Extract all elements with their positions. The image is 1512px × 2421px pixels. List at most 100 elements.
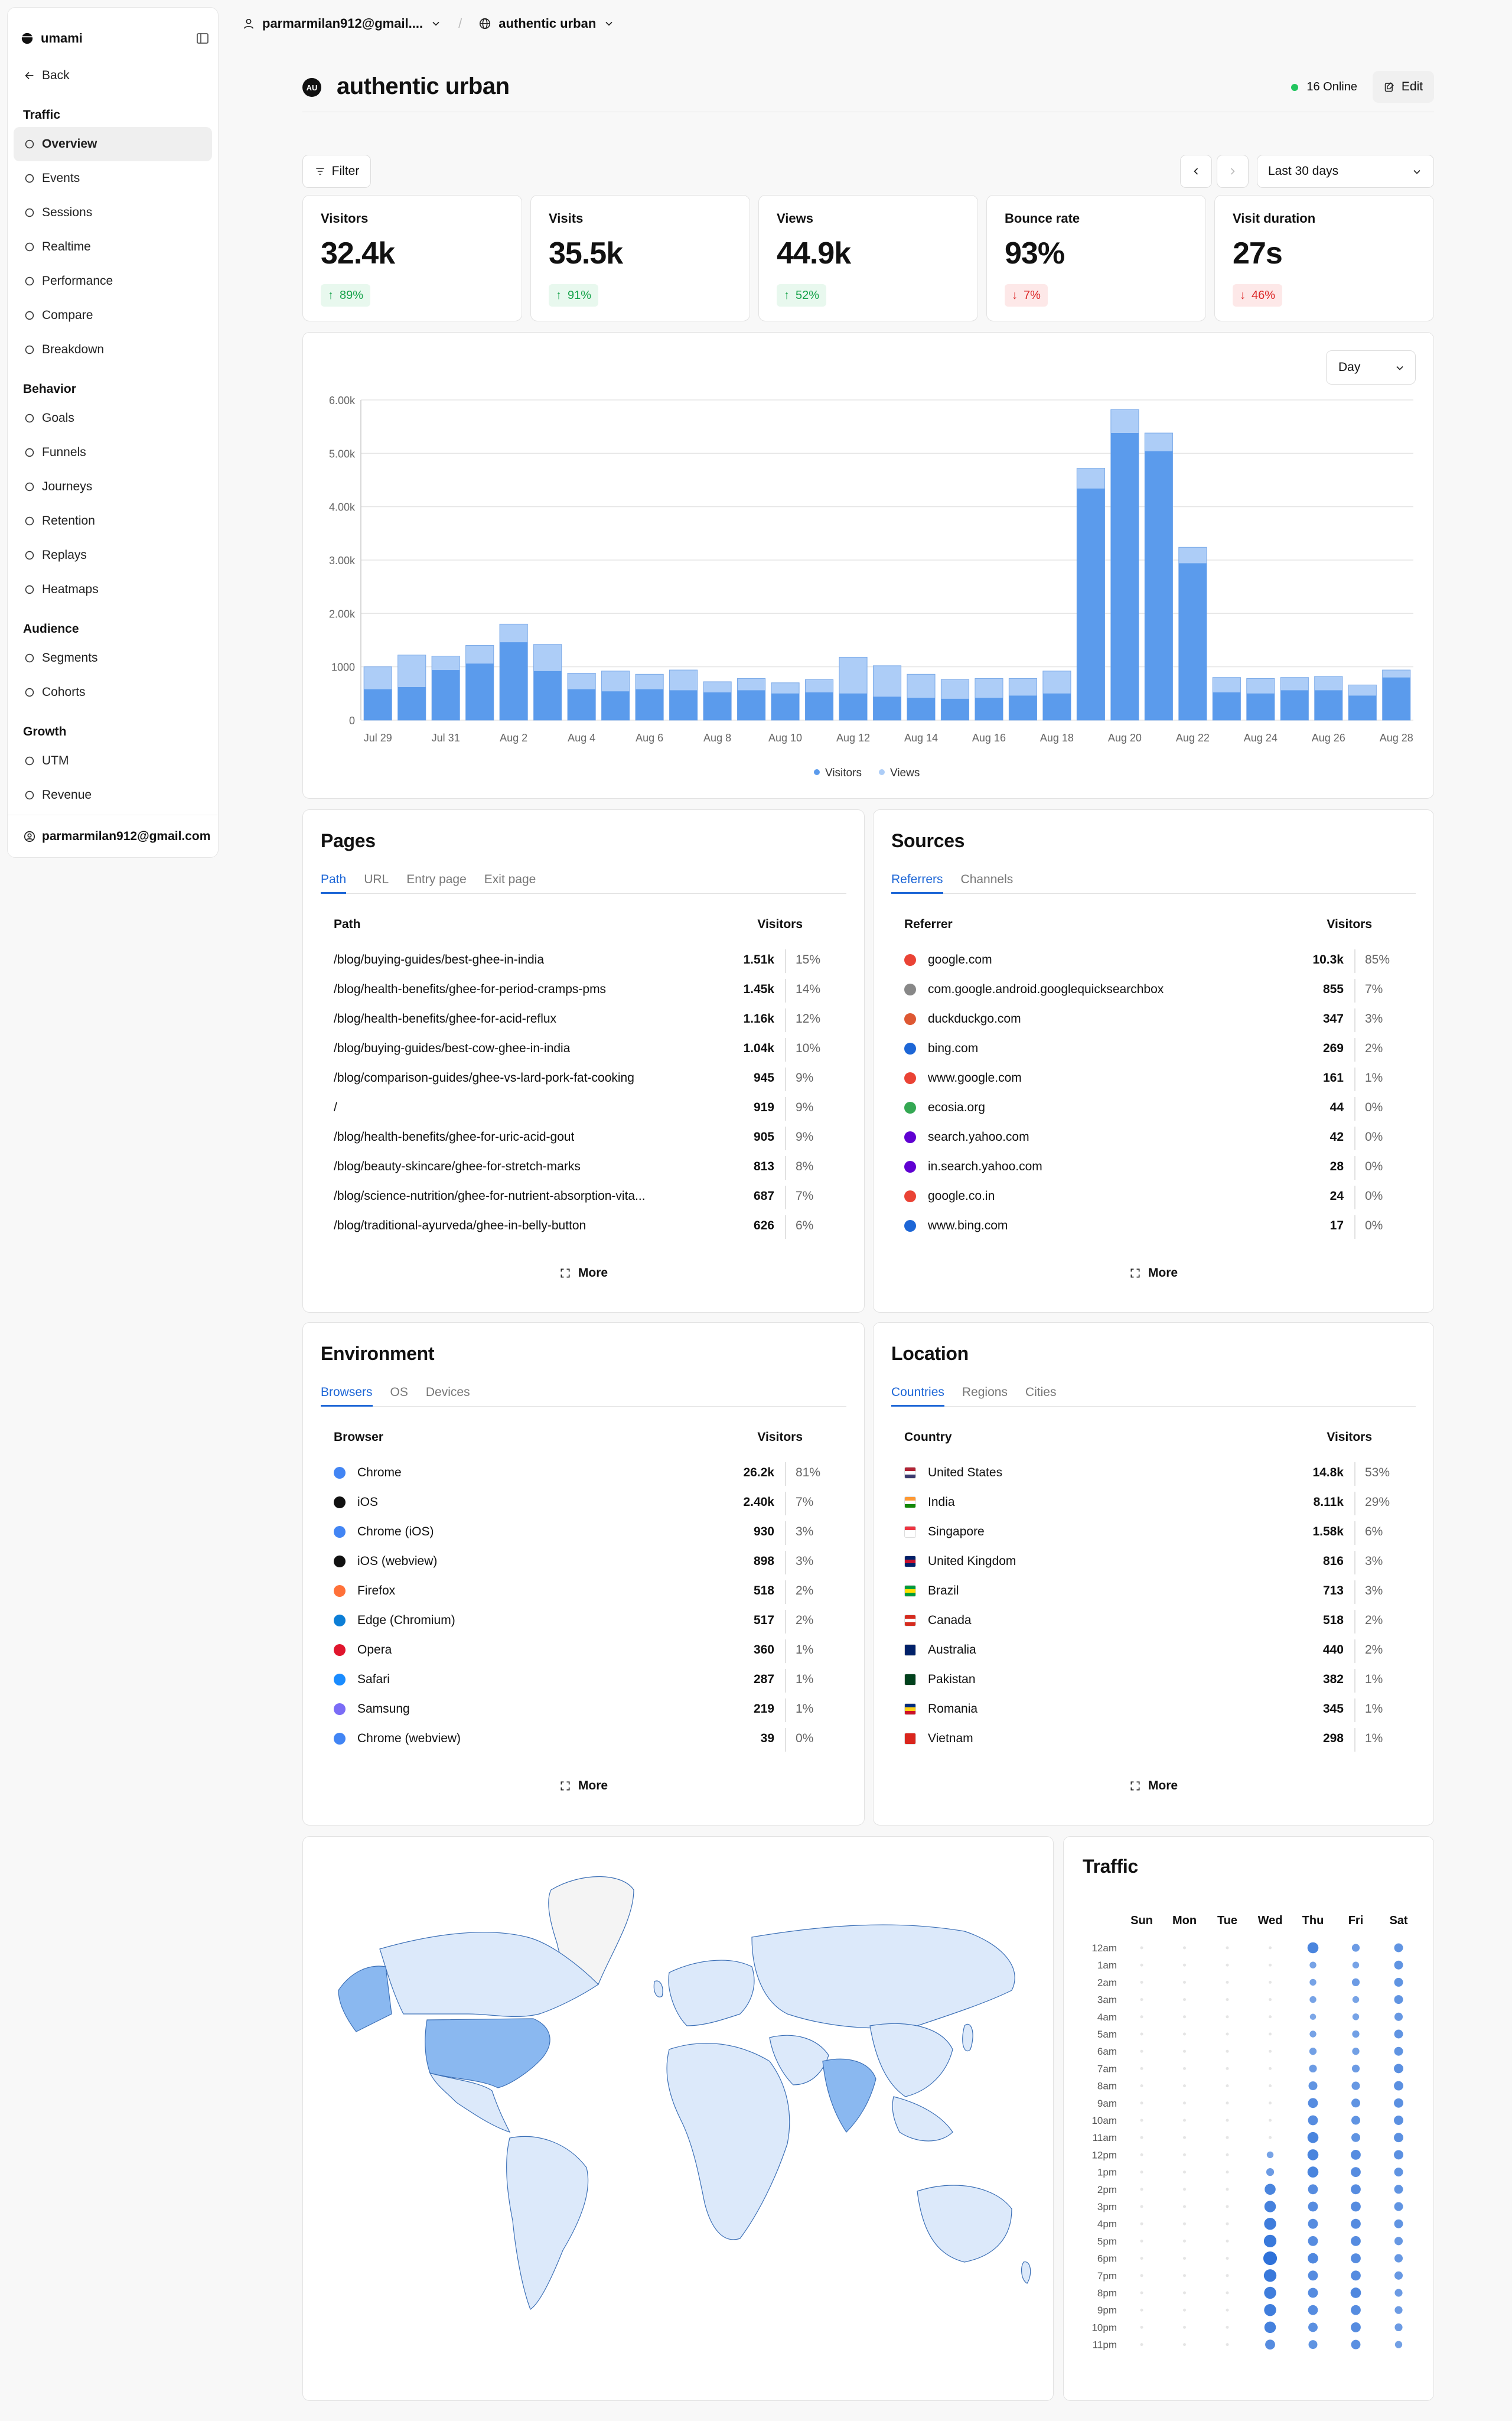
table-row[interactable]: /blog/science-nutrition/ghee-for-nutrien… <box>334 1183 833 1213</box>
more-button[interactable]: More <box>303 1779 864 1793</box>
table-row[interactable]: Australia 440 2% <box>904 1637 1403 1667</box>
bar-visitors[interactable] <box>1077 488 1105 720</box>
tab-referrers[interactable]: Referrers <box>891 869 943 894</box>
bar-visitors[interactable] <box>500 642 528 720</box>
table-row[interactable]: Safari 287 1% <box>334 1667 833 1696</box>
table-row[interactable]: search.yahoo.com 42 0% <box>904 1124 1403 1154</box>
table-row[interactable]: Singapore 1.58k 6% <box>904 1519 1403 1548</box>
sidebar-item-revenue[interactable]: Revenue <box>14 778 212 812</box>
sidebar-item-performance[interactable]: Performance <box>14 264 212 298</box>
back-link[interactable]: Back <box>14 58 212 93</box>
bar-visitors[interactable] <box>568 689 596 720</box>
bar-visitors[interactable] <box>839 693 868 720</box>
table-row[interactable]: / 919 9% <box>334 1095 833 1124</box>
table-row[interactable]: /blog/health-benefits/ghee-for-acid-refl… <box>334 1006 833 1036</box>
table-row[interactable]: Firefox 518 2% <box>334 1578 833 1608</box>
bar-visitors[interactable] <box>636 689 664 720</box>
bar-visitors[interactable] <box>771 693 800 720</box>
bar-visitors[interactable] <box>873 697 901 720</box>
more-button[interactable]: More <box>303 1266 864 1280</box>
bar-visitors[interactable] <box>1178 563 1207 720</box>
bar-visitors[interactable] <box>432 670 460 720</box>
bar-visitors[interactable] <box>1382 677 1410 720</box>
bar-visitors[interactable] <box>1314 690 1342 720</box>
bar-visitors[interactable] <box>364 689 392 720</box>
table-row[interactable]: Edge (Chromium) 517 2% <box>334 1608 833 1637</box>
sidebar-item-segments[interactable]: Segments <box>14 641 212 675</box>
tab-url[interactable]: URL <box>364 869 389 894</box>
table-row[interactable]: ecosia.org 44 0% <box>904 1095 1403 1124</box>
website-selector[interactable]: authentic urban <box>498 16 596 31</box>
chevron-down-icon[interactable] <box>603 18 615 30</box>
table-row[interactable]: Romania 345 1% <box>904 1696 1403 1726</box>
table-row[interactable]: Brazil 713 3% <box>904 1578 1403 1608</box>
bar-visitors[interactable] <box>601 691 630 720</box>
table-row[interactable]: India 8.11k 29% <box>904 1489 1403 1519</box>
table-row[interactable]: Vietnam 298 1% <box>904 1726 1403 1755</box>
table-row[interactable]: duckduckgo.com 347 3% <box>904 1006 1403 1036</box>
table-row[interactable]: google.com 10.3k 85% <box>904 947 1403 977</box>
table-row[interactable]: www.bing.com 17 0% <box>904 1213 1403 1242</box>
table-row[interactable]: /blog/traditional-ayurveda/ghee-in-belly… <box>334 1213 833 1242</box>
table-row[interactable]: google.co.in 24 0% <box>904 1183 1403 1213</box>
bar-visitors[interactable] <box>1042 693 1071 720</box>
sidebar-item-utm[interactable]: UTM <box>14 744 212 778</box>
sidebar-item-compare[interactable]: Compare <box>14 298 212 333</box>
date-range-select[interactable]: Last 30 days <box>1257 155 1434 188</box>
table-row[interactable]: Canada 518 2% <box>904 1608 1403 1637</box>
bar-visitors[interactable] <box>397 686 426 720</box>
table-row[interactable]: www.google.com 161 1% <box>904 1065 1403 1095</box>
table-row[interactable]: /blog/buying-guides/best-ghee-in-india 1.… <box>334 947 833 977</box>
filter-button[interactable]: Filter <box>302 155 371 188</box>
granularity-select[interactable]: Day <box>1326 350 1416 385</box>
user-menu[interactable]: parmarmilan912@gmail.com <box>8 815 218 857</box>
bar-visitors[interactable] <box>669 690 698 720</box>
legend-label[interactable]: Views <box>890 767 920 779</box>
table-row[interactable]: Chrome (webview) 39 0% <box>334 1726 833 1755</box>
bar-visitors[interactable] <box>1110 433 1139 720</box>
tab-countries[interactable]: Countries <box>891 1382 944 1407</box>
table-row[interactable]: Chrome (iOS) 930 3% <box>334 1519 833 1548</box>
bar-visitors[interactable] <box>1246 693 1275 720</box>
table-row[interactable]: /blog/health-benefits/ghee-for-period-cr… <box>334 977 833 1006</box>
bar-visitors[interactable] <box>1280 690 1309 720</box>
bar-visitors[interactable] <box>1145 451 1173 720</box>
table-row[interactable]: /blog/buying-guides/best-cow-ghee-in-ind… <box>334 1036 833 1065</box>
sidebar-item-overview[interactable]: Overview <box>14 127 212 161</box>
table-row[interactable]: Chrome 26.2k 81% <box>334 1460 833 1489</box>
chevron-down-icon[interactable] <box>430 18 442 30</box>
sidebar-item-heatmaps[interactable]: Heatmaps <box>14 572 212 607</box>
more-button[interactable]: More <box>874 1779 1433 1793</box>
bar-visitors[interactable] <box>1213 692 1241 720</box>
bar-visitors[interactable] <box>465 663 494 720</box>
table-row[interactable]: /blog/health-benefits/ghee-for-uric-acid… <box>334 1124 833 1154</box>
sidebar-item-funnels[interactable]: Funnels <box>14 435 212 470</box>
tab-cities[interactable]: Cities <box>1025 1382 1057 1407</box>
tab-channels[interactable]: Channels <box>961 869 1014 894</box>
sidebar-item-replays[interactable]: Replays <box>14 538 212 572</box>
sidebar-item-goals[interactable]: Goals <box>14 401 212 435</box>
table-row[interactable]: Opera 360 1% <box>334 1637 833 1667</box>
tab-browsers[interactable]: Browsers <box>321 1382 373 1407</box>
sidebar-item-breakdown[interactable]: Breakdown <box>14 333 212 367</box>
previous-period-button[interactable] <box>1180 155 1212 188</box>
bar-visitors[interactable] <box>737 690 765 720</box>
bar-visitors[interactable] <box>703 692 732 720</box>
sidebar-item-realtime[interactable]: Realtime <box>14 230 212 264</box>
edit-button[interactable]: Edit <box>1373 71 1434 103</box>
table-row[interactable]: /blog/comparison-guides/ghee-vs-lard-por… <box>334 1065 833 1095</box>
account-selector[interactable]: parmarmilan912@gmail.... <box>262 16 423 31</box>
table-row[interactable]: /blog/beauty-skincare/ghee-for-stretch-m… <box>334 1154 833 1183</box>
legend-label[interactable]: Visitors <box>825 767 862 779</box>
table-row[interactable]: bing.com 269 2% <box>904 1036 1403 1065</box>
bar-visitors[interactable] <box>533 671 562 720</box>
tab-entry-page[interactable]: Entry page <box>406 869 467 894</box>
bar-visitors[interactable] <box>907 698 936 720</box>
sidebar-item-cohorts[interactable]: Cohorts <box>14 675 212 710</box>
table-row[interactable]: com.google.android.googlequicksearchbox 8… <box>904 977 1403 1006</box>
world-map[interactable] <box>303 1837 1054 2401</box>
table-row[interactable]: United States 14.8k 53% <box>904 1460 1403 1489</box>
sidebar-toggle-icon[interactable] <box>195 31 210 45</box>
sidebar-item-sessions[interactable]: Sessions <box>14 196 212 230</box>
tab-exit-page[interactable]: Exit page <box>484 869 536 894</box>
